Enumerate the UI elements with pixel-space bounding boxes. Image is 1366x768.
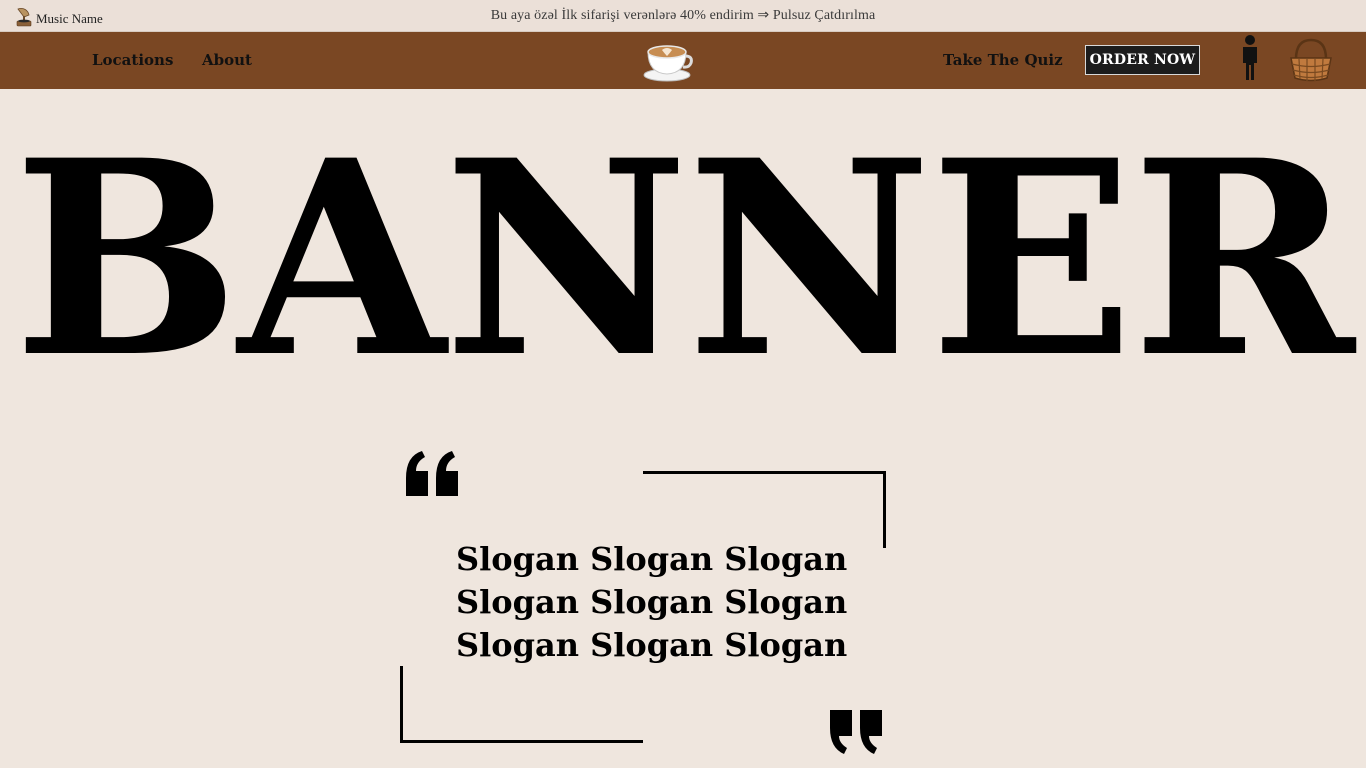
open-quote-icon [406,451,458,496]
hero-banner-title: BANNER [13,102,1354,417]
slogan-frame-top-right [643,471,886,548]
basket-icon[interactable] [1287,37,1335,83]
slogan-line: Slogan Slogan Slogan [456,583,848,621]
person-icon[interactable] [1238,34,1262,82]
nav-link-locations[interactable]: Locations [92,51,173,69]
order-now-button[interactable]: ORDER NOW [1085,45,1200,75]
main-navbar: Locations About Take The Quiz ORDER NOW [0,32,1366,89]
slogan-frame-bottom-left [400,666,643,743]
coffee-cup-icon[interactable] [641,38,693,84]
nav-link-about[interactable]: About [202,51,252,69]
slogan-line: Slogan Slogan Slogan [456,626,848,664]
close-quote-icon [830,710,882,754]
nav-link-take-quiz[interactable]: Take The Quiz [943,51,1063,69]
announcement-bar: Music Name Bu aya özəl İlk sifarişi verə… [0,0,1366,32]
promo-announcement: Bu aya özəl İlk sifarişi verənlərə 40% e… [490,8,876,23]
slogan-line: Slogan Slogan Slogan [456,540,848,578]
slogan-text: Slogan Slogan Slogan Slogan Slogan Sloga… [456,538,847,667]
